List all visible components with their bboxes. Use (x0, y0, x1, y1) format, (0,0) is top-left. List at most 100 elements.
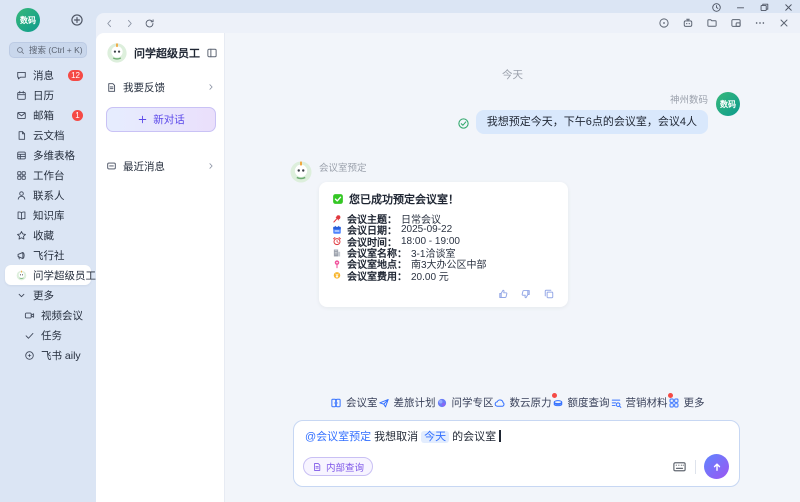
success-check-icon (332, 193, 344, 205)
toolbar-item-label: 问学专区 (452, 395, 494, 410)
sidebar-item-label: 飞书 aily (41, 348, 81, 363)
more-icon[interactable] (754, 17, 766, 29)
sidebar-item[interactable]: 联系人 (5, 185, 91, 205)
bot-avatar[interactable] (289, 160, 313, 184)
user-avatar[interactable]: 数码 (716, 92, 740, 116)
sidebar-item-label: 问学超级员工 (33, 268, 96, 283)
arrow-up-icon (711, 461, 723, 473)
star-icon (16, 230, 27, 241)
sidebar-item-label: 视频会议 (41, 308, 83, 323)
user-message: 数码 神州数码 我想预定今天，下午6点的会议室，会议4人 (225, 92, 800, 134)
toolbar-item-label: 营销材料 (626, 395, 668, 410)
card-fields: 会议主题： 日常会议 会议日期： 2025-09-22 会议时间： (332, 213, 555, 281)
sidebar-item-label: 多维表格 (33, 148, 75, 163)
sidebar-item[interactable]: 工作台 (5, 165, 91, 185)
plus-icon (137, 114, 148, 125)
sidebar-item-label: 飞行社 (33, 248, 65, 263)
keyboard-icon[interactable] (672, 459, 687, 474)
location-icon (332, 259, 342, 269)
sidebar-item[interactable]: 任务 (5, 325, 91, 345)
chat-area: 今天 数码 神州数码 我想预定今天，下午6点的会议室，会议4人 会议室预定 (225, 33, 800, 502)
minimize-icon[interactable] (735, 2, 746, 13)
nav-forward-icon[interactable] (124, 18, 135, 29)
chevron-right-icon (206, 161, 216, 171)
toolbar-item[interactable]: 额度查询 (552, 395, 610, 410)
refresh-icon[interactable] (144, 18, 155, 29)
megaphone-icon (16, 250, 27, 261)
internal-query-chip[interactable]: 内部查询 (303, 457, 373, 476)
send-button[interactable] (704, 454, 729, 479)
toolbar-item-label: 会议室 (346, 395, 378, 410)
nav-back-icon[interactable] (104, 18, 115, 29)
thumb-up-icon[interactable] (497, 288, 509, 300)
sidebar-item[interactable]: 问学超级员工 (5, 265, 91, 285)
user-avatar[interactable]: 数码 (16, 8, 40, 32)
doc-icon (106, 82, 117, 93)
window-controls (711, 2, 794, 13)
composer-segment: 的会议室 (452, 431, 496, 443)
notification-badge: 1 (72, 110, 83, 121)
card-field: 会议室费用： 20.00 元 (332, 269, 555, 280)
search-input[interactable]: 搜索 (Ctrl + K) (9, 42, 87, 58)
folder-icon[interactable] (706, 17, 718, 29)
sidebar-item-label: 任务 (41, 328, 62, 343)
search-placeholder: 搜索 (Ctrl + K) (29, 44, 83, 56)
chat-icon (16, 70, 27, 81)
toolbar-item[interactable]: 更多 (668, 395, 705, 410)
sidebar-item[interactable]: 日历 (5, 85, 91, 105)
status-icon[interactable] (658, 17, 670, 29)
toolbar-item[interactable]: 数云原力 (494, 395, 552, 410)
toolbar-item[interactable]: 会议室 (330, 395, 378, 410)
mail-icon (16, 110, 27, 121)
toolbar-item[interactable]: 问学专区 (436, 395, 494, 410)
restore-icon[interactable] (759, 2, 770, 13)
recent-messages-item[interactable]: 最近消息 (106, 154, 216, 178)
list-search-icon (610, 397, 622, 409)
sender-name: 神州数码 (670, 92, 708, 106)
video-icon (24, 310, 35, 321)
add-button[interactable] (70, 13, 84, 27)
close-panel-icon[interactable] (778, 17, 790, 29)
table-icon (16, 150, 27, 161)
search-icon (16, 46, 25, 55)
sidebar-item[interactable]: 邮箱 1 (5, 105, 91, 125)
sidebar-item[interactable]: 飞行社 (5, 245, 91, 265)
toolbar-item[interactable]: 差旅计划 (378, 395, 436, 410)
card-title: 您已成功预定会议室！ (349, 191, 459, 207)
thumb-down-icon[interactable] (520, 288, 532, 300)
message-icon (106, 161, 117, 172)
sidebar-item[interactable]: 视频会议 (5, 305, 91, 325)
sidebar-item-label: 日历 (33, 88, 54, 103)
history-icon[interactable] (711, 2, 722, 13)
sidebar-item[interactable]: 云文档 (5, 125, 91, 145)
workbench-icon (16, 170, 27, 181)
sidebar-nav: 消息 12 日历 邮箱 1 云文档 多维表格 (0, 65, 96, 365)
quick-actions-toolbar: 会议室 差旅计划 问学专区 数云原力 (330, 395, 702, 410)
text-caret (499, 430, 501, 442)
toolbar-item[interactable]: 营销材料 (610, 395, 668, 410)
wiki-icon (16, 210, 27, 221)
main-panel: 问学超级员工 我要反馈 新对话 最近消息 (96, 13, 800, 502)
message-composer[interactable]: @会议室预定我想取消今天的会议室 内部查询 (293, 420, 740, 487)
message-bubble: 我想预定今天，下午6点的会议室，会议4人 (476, 110, 708, 134)
sidebar-item[interactable]: 知识库 (5, 205, 91, 225)
copy-icon[interactable] (543, 288, 555, 300)
sidebar-item-label: 云文档 (33, 128, 65, 143)
alarm-icon (332, 236, 342, 246)
feedback-item[interactable]: 我要反馈 (106, 75, 216, 99)
close-window-icon[interactable] (783, 2, 794, 13)
sidebar-item[interactable]: 飞书 aily (5, 345, 91, 365)
new-chat-button[interactable]: 新对话 (106, 107, 216, 132)
sidebar-item[interactable]: 多维表格 (5, 145, 91, 165)
booking-card: 您已成功预定会议室！ 会议主题： 日常会议 (319, 182, 568, 307)
sidebar-item-label: 更多 (33, 288, 54, 303)
sidebar-item-label: 联系人 (33, 188, 65, 203)
popout-icon[interactable] (730, 17, 742, 29)
sidebar-item[interactable]: 更多 (5, 285, 91, 305)
panel-toggle-icon[interactable] (206, 47, 218, 59)
sidebar-item[interactable]: 收藏 (5, 225, 91, 245)
date-token: 今天 (421, 431, 449, 443)
sidebar-item-label: 邮箱 (33, 108, 54, 123)
bot-icon[interactable] (682, 17, 694, 29)
sidebar-item[interactable]: 消息 12 (5, 65, 91, 85)
